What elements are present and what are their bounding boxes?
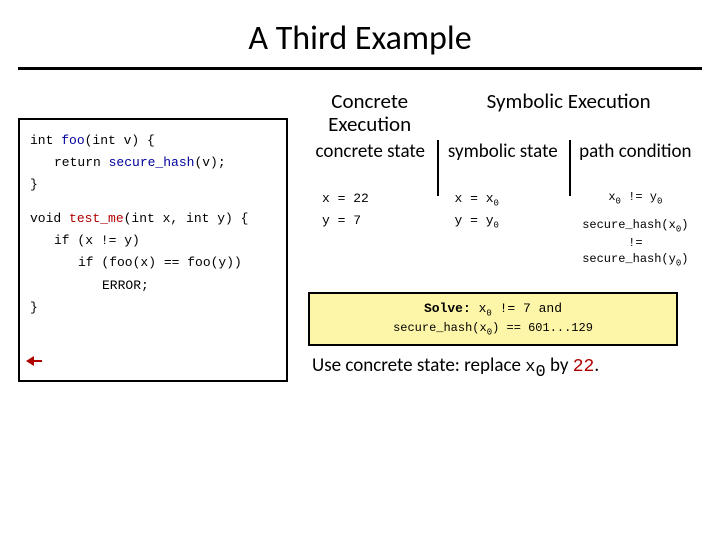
solve-line-2: secure_hash(x0) == 601...129 [320, 320, 666, 339]
use-var: x [525, 358, 535, 377]
code-text: (v); [194, 155, 225, 170]
subscript: 0 [657, 196, 662, 206]
solve-text: != 7 and [492, 301, 562, 316]
subheader-path-condition: path condition [569, 142, 702, 163]
code-box: int foo(int v) { return secure_hash(v); … [18, 118, 288, 382]
code-line-3: } [30, 174, 276, 196]
use-text: . [594, 354, 599, 377]
use-value: 22 [573, 357, 595, 377]
kw-int: int [30, 133, 61, 148]
pc-text: x [608, 190, 615, 204]
concrete-y: y = 7 [304, 211, 437, 270]
solve-box: Solve: x0 != 7 and secure_hash(x0) == 60… [308, 292, 678, 346]
path-cond-1: x0 != y0 [569, 189, 702, 211]
fn-foo: foo [61, 133, 84, 148]
header-row: Concrete Execution Symbolic Execution [304, 90, 702, 136]
use-concrete-line: Use concrete state: replace x0 by 22. [312, 354, 702, 382]
content-area: int foo(int v) { return secure_hash(v); … [0, 90, 720, 382]
path-cond-2: secure_hash(x0) != secure_hash(y0) [569, 211, 702, 270]
subscript: 0 [535, 363, 545, 382]
pc-text: != y [621, 190, 657, 204]
code-text: (int v) { [85, 133, 155, 148]
kw-return: return [54, 155, 109, 170]
code-line-8: } [30, 297, 276, 319]
use-text: by [546, 354, 573, 377]
symbolic-x: x = x0 [437, 189, 570, 211]
pc-text: != [628, 236, 642, 250]
code-line-7: ERROR; [30, 275, 276, 297]
code-line-1: int foo(int v) { [30, 130, 276, 152]
data-rows: x = 22 x = x0 x0 != y0 y = 7 y = y0 secu… [304, 189, 702, 270]
fn-test-me: test_me [69, 211, 124, 226]
fn-secure-hash: secure_hash [109, 155, 195, 170]
subscript: 0 [494, 199, 499, 209]
kw-void: void [30, 211, 69, 226]
divider-line [569, 140, 571, 196]
header-concrete: Concrete Execution [304, 90, 435, 136]
arrow-icon [26, 356, 40, 366]
header-symbolic: Symbolic Execution [435, 90, 702, 136]
code-line-4: void test_me(int x, int y) { [30, 208, 276, 230]
code-line-6: if (foo(x) == foo(y)) [30, 252, 276, 274]
symbolic-y: y = y0 [437, 211, 570, 270]
subheader-symbolic-state: symbolic state [437, 142, 570, 163]
subheader-row: concrete state symbolic state path condi… [304, 142, 702, 163]
solve-line-1: Solve: x0 != 7 and [320, 300, 666, 320]
slide-title: A Third Example [0, 0, 720, 67]
table-row: x = 22 x = x0 x0 != y0 [304, 189, 702, 211]
subscript: 0 [494, 220, 499, 230]
pc-text: secure_hash(y [582, 252, 676, 266]
subheader-concrete-state: concrete state [304, 142, 437, 163]
table-row: y = 7 y = y0 secure_hash(x0) != secure_h… [304, 211, 702, 270]
pc-text: secure_hash(x [582, 218, 676, 232]
solve-label: Solve: [424, 301, 479, 316]
solve-text: secure_hash(x [393, 321, 487, 335]
sym-text: x = x [455, 191, 494, 206]
execution-panel: Concrete Execution Symbolic Execution co… [304, 90, 702, 382]
concrete-x: x = 22 [304, 189, 437, 211]
code-spacer [30, 196, 276, 208]
code-text: (int x, int y) { [124, 211, 249, 226]
code-line-2: return secure_hash(v); [30, 152, 276, 174]
pc-text: ) [681, 252, 688, 266]
title-underline [18, 67, 702, 70]
solve-text: ) == 601...129 [492, 321, 593, 335]
sym-text: y = y [455, 213, 494, 228]
divider-line [437, 140, 439, 196]
code-line-5: if (x != y) [30, 230, 276, 252]
pc-text: ) [681, 218, 688, 232]
use-text: Use concrete state: replace [312, 354, 525, 377]
